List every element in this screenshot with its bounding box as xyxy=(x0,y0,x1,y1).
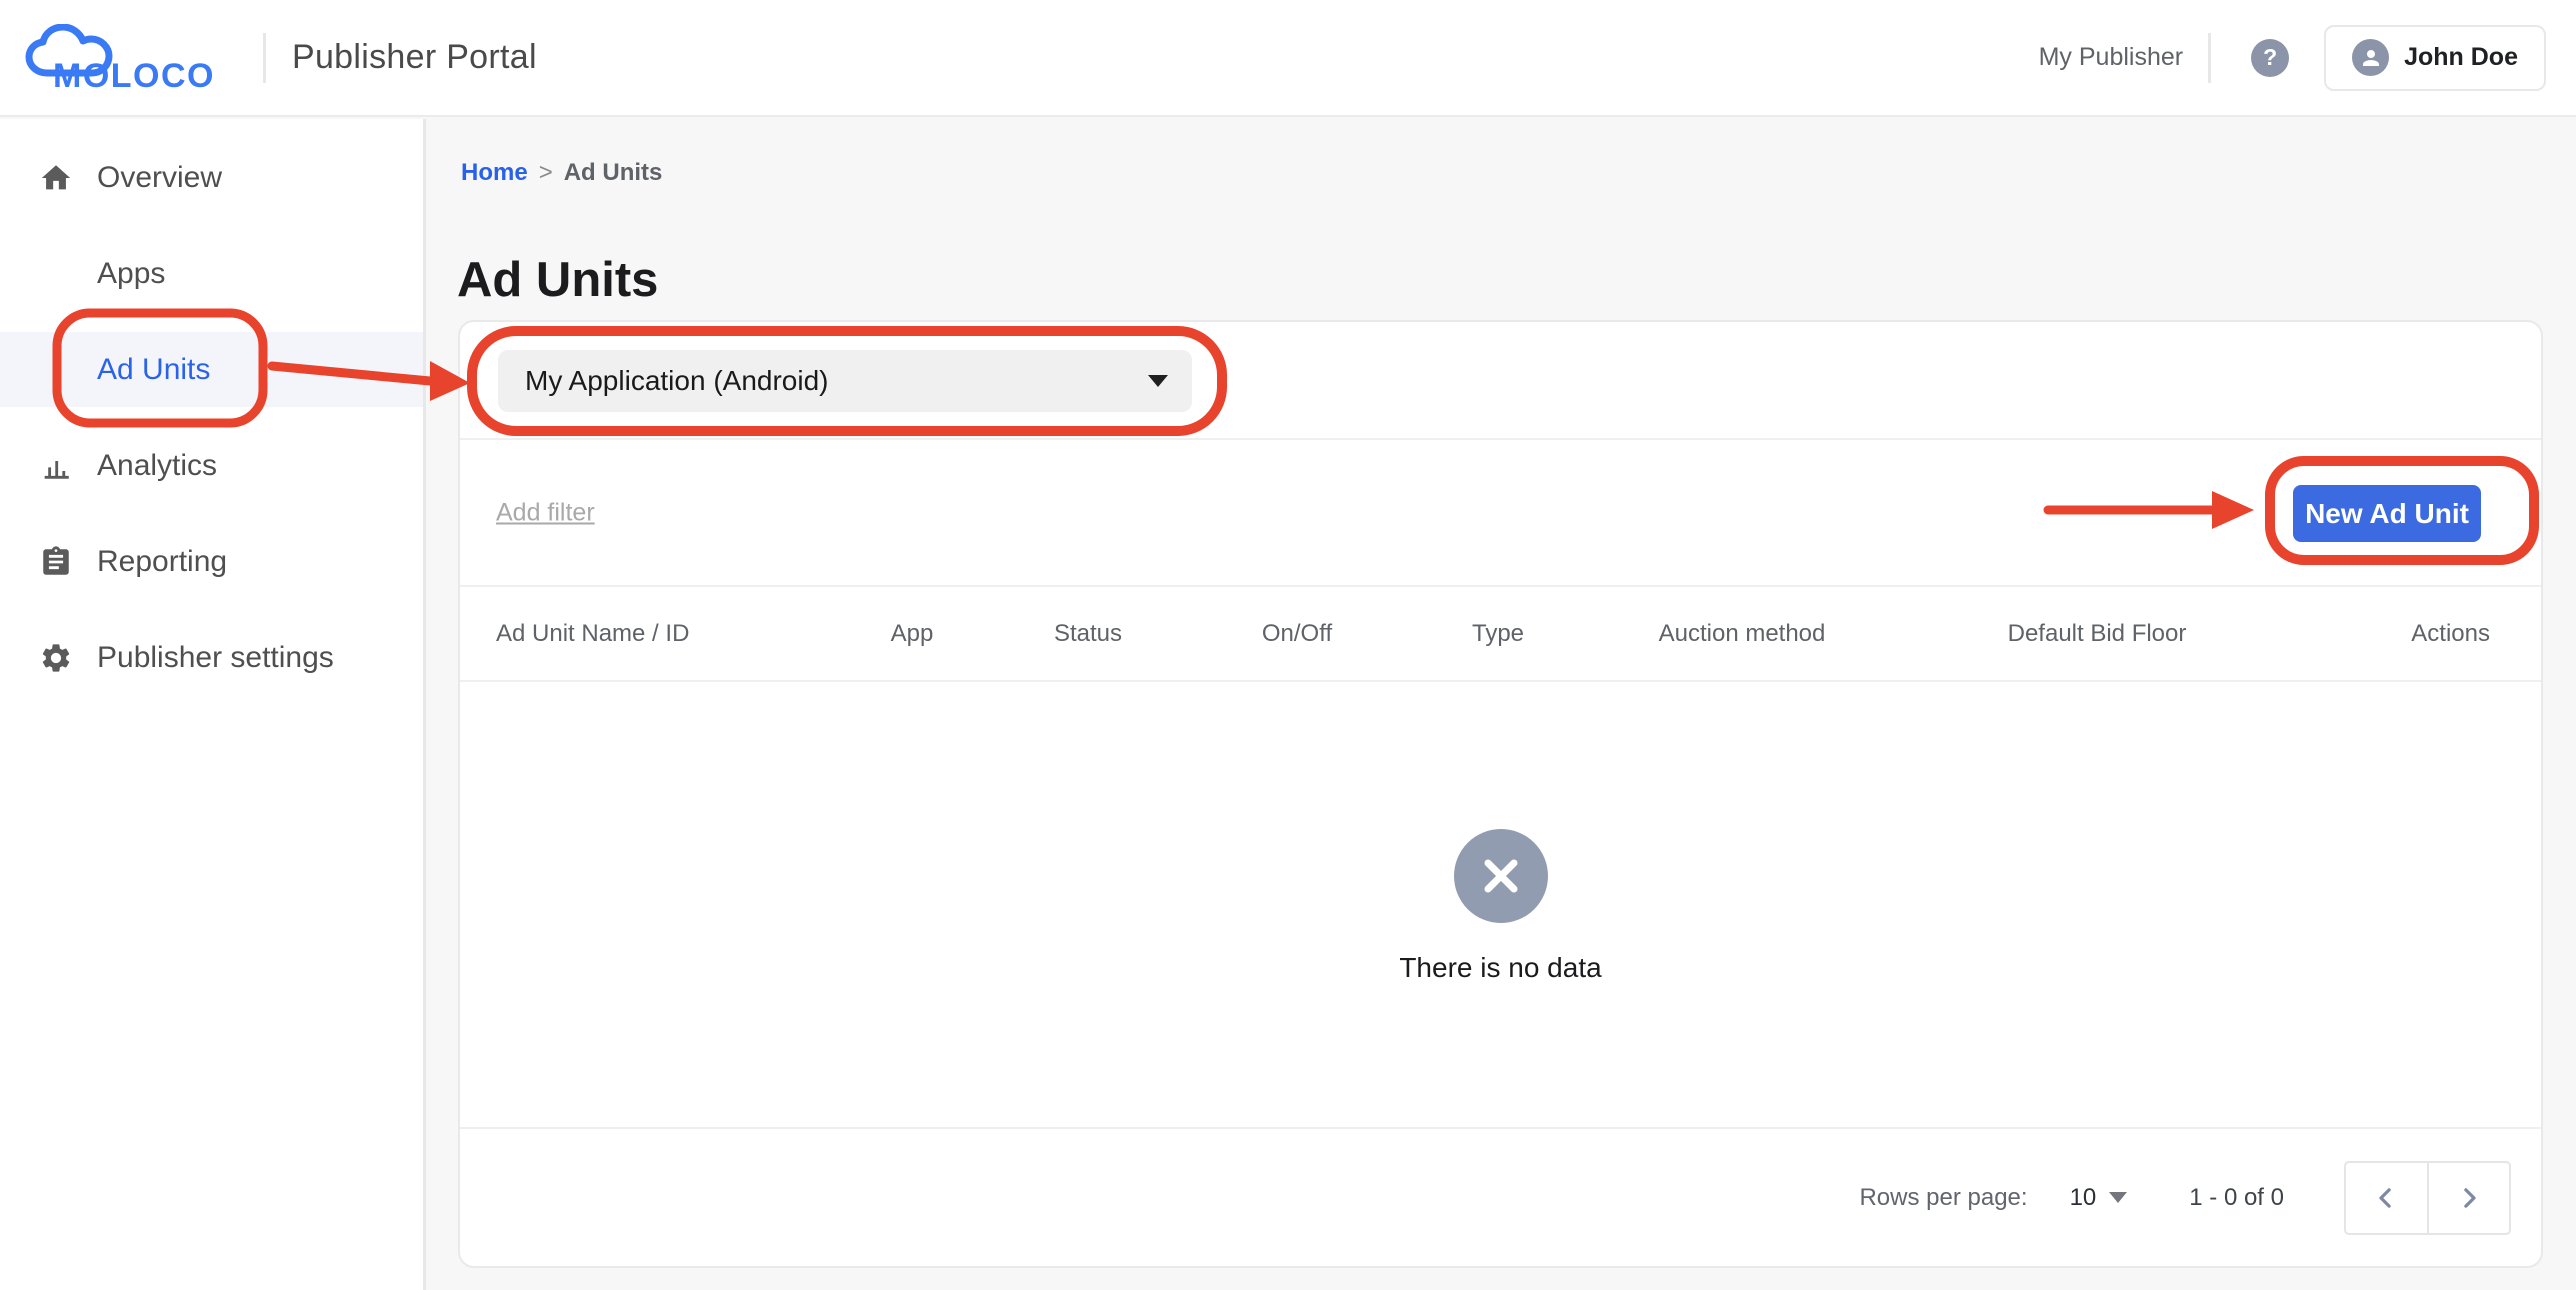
add-filter-link[interactable]: Add filter xyxy=(496,498,595,527)
column-header-status: Status xyxy=(1054,620,1122,648)
moloco-wordmark: MOLOCO xyxy=(53,57,215,94)
user-name: John Doe xyxy=(2404,43,2518,72)
sidebar-item-label: Overview xyxy=(97,161,222,195)
page-title: Ad Units xyxy=(457,252,658,308)
portal-title: Publisher Portal xyxy=(292,0,537,115)
sidebar-item-label: Ad Units xyxy=(97,353,210,387)
bar-chart-icon xyxy=(38,448,74,484)
new-ad-unit-button[interactable]: New Ad Unit xyxy=(2293,485,2481,542)
column-header-default-bid-floor: Default Bid Floor xyxy=(2008,620,2187,648)
breadcrumb-current: Ad Units xyxy=(564,159,663,187)
sidebar-item-label: Publisher settings xyxy=(97,641,334,675)
help-button[interactable]: ? xyxy=(2251,39,2289,77)
next-page-button[interactable] xyxy=(2429,1163,2510,1233)
clipboard-icon xyxy=(38,544,74,580)
moloco-logo[interactable]: MOLOCO xyxy=(25,24,230,94)
header-divider xyxy=(263,33,266,83)
chevron-down-icon xyxy=(2109,1192,2127,1203)
chevron-right-icon xyxy=(2454,1183,2484,1213)
rows-per-page-value: 10 xyxy=(2070,1184,2097,1212)
column-header-type: Type xyxy=(1472,620,1524,648)
person-icon xyxy=(2359,46,2383,70)
breadcrumb-home-link[interactable]: Home xyxy=(461,159,528,187)
table-header-row: Ad Unit Name / ID App Status On/Off Type… xyxy=(460,587,2541,682)
user-menu-button[interactable]: John Doe xyxy=(2324,25,2546,91)
publisher-name: My Publisher xyxy=(2039,43,2184,72)
header-right-cluster: My Publisher ? John Doe xyxy=(2039,0,2546,115)
column-header-app: App xyxy=(891,620,934,648)
breadcrumb-separator: > xyxy=(539,159,553,187)
no-data-icon xyxy=(1454,829,1548,923)
avatar xyxy=(2352,39,2389,76)
column-header-auction-method: Auction method xyxy=(1659,620,1826,648)
column-header-actions: Actions xyxy=(2411,620,2490,648)
app-select-dropdown[interactable]: My Application (Android) xyxy=(498,350,1192,412)
previous-page-button[interactable] xyxy=(2346,1163,2429,1233)
moloco-cloud-icon: MOLOCO xyxy=(25,24,230,94)
sidebar-item-apps[interactable]: Apps xyxy=(0,236,423,311)
sidebar-item-ad-units[interactable]: Ad Units xyxy=(0,332,423,407)
filter-row: Add filter New Ad Unit xyxy=(460,440,2541,587)
home-icon xyxy=(38,160,74,196)
column-header-ad-unit-name: Ad Unit Name / ID xyxy=(496,620,689,648)
sidebar-item-label: Apps xyxy=(97,257,165,291)
rows-per-page-select[interactable]: 10 xyxy=(2070,1184,2128,1212)
pagination-nav xyxy=(2344,1161,2511,1235)
sidebar-item-publisher-settings[interactable]: Publisher settings xyxy=(0,620,423,695)
header-divider xyxy=(2208,33,2211,83)
app-select-row: My Application (Android) xyxy=(460,322,2541,440)
sidebar-item-label: Analytics xyxy=(97,449,217,483)
publisher-portal-app: MOLOCO Publisher Portal My Publisher ? J… xyxy=(0,0,2576,1290)
sidebar-item-overview[interactable]: Overview xyxy=(0,140,423,215)
column-header-on-off: On/Off xyxy=(1262,620,1332,648)
sidebar-nav: Overview Apps Ad Units Analytics Reporti… xyxy=(0,119,426,1290)
breadcrumb: Home > Ad Units xyxy=(461,159,662,187)
question-mark-icon: ? xyxy=(2263,44,2277,71)
sidebar-item-reporting[interactable]: Reporting xyxy=(0,524,423,599)
sidebar-item-label: Reporting xyxy=(97,545,227,579)
sidebar-item-analytics[interactable]: Analytics xyxy=(0,428,423,503)
top-header: MOLOCO Publisher Portal My Publisher ? J… xyxy=(0,0,2576,117)
ad-units-card: My Application (Android) Add filter New … xyxy=(458,320,2543,1268)
chevron-left-icon xyxy=(2371,1183,2401,1213)
pagination-row: Rows per page: 10 1 - 0 of 0 xyxy=(460,1127,2541,1266)
no-icon xyxy=(38,352,74,388)
no-icon xyxy=(38,256,74,292)
empty-state-text: There is no data xyxy=(460,952,2541,984)
chevron-down-icon xyxy=(1148,375,1168,387)
pagination-range: 1 - 0 of 0 xyxy=(2189,1184,2284,1212)
gear-icon xyxy=(38,640,74,676)
rows-per-page-label: Rows per page: xyxy=(1859,1184,2027,1212)
app-select-value: My Application (Android) xyxy=(525,365,828,397)
